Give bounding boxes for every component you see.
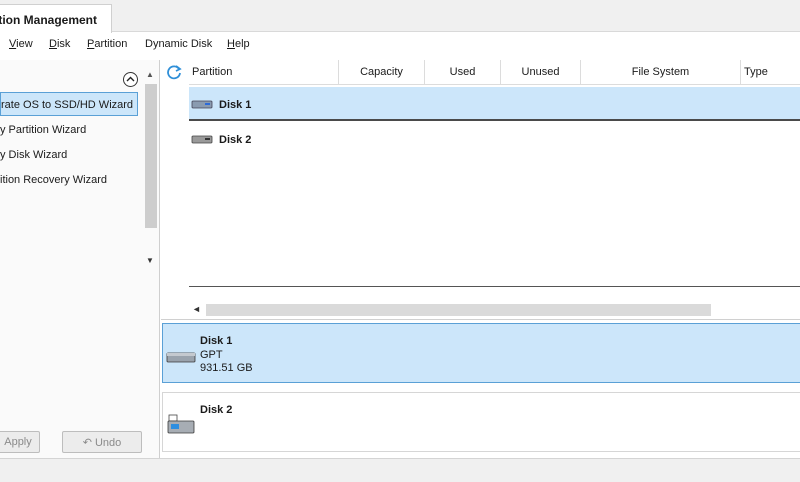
wizard-copy-partition[interactable]: y Partition Wizard	[0, 118, 138, 142]
disk-name: Disk 1	[200, 335, 233, 347]
table-hscrollbar[interactable]: ◄	[189, 303, 800, 317]
undo-button[interactable]: ↶ Undo	[62, 431, 142, 453]
menu-help[interactable]: Help	[227, 38, 250, 50]
menu-bar: View Disk Partition Dynamic Disk Help	[0, 33, 800, 57]
header-capacity[interactable]: Capacity	[339, 60, 425, 85]
row-disk-name: Disk 2	[219, 134, 252, 146]
wizard-migrate-os[interactable]: rate OS to SSD/HD Wizard	[0, 92, 138, 116]
tab-bar: tition Management	[0, 0, 800, 33]
disk-name: Disk 2	[200, 404, 233, 416]
wizard-copy-disk[interactable]: y Disk Wizard	[0, 143, 138, 167]
table-row[interactable]: Disk 2	[189, 122, 800, 156]
tab-title: tition Management	[0, 13, 98, 27]
wizard-scrollbar[interactable]: ▲ ▼	[143, 68, 157, 326]
wizard-label: y Disk Wizard	[0, 149, 68, 161]
table-row[interactable]: Disk 1	[189, 87, 800, 121]
tab-partition-management[interactable]: tition Management	[0, 4, 112, 33]
disk-scheme: GPT	[200, 349, 223, 361]
partition-table: Partition Capacity Used Unused File Syst…	[161, 60, 800, 320]
table-divider	[189, 286, 800, 287]
menu-disk[interactable]: Disk	[49, 38, 70, 50]
wizard-label: rate OS to SSD/HD Wizard	[1, 99, 134, 111]
refresh-icon[interactable]	[166, 64, 182, 80]
scrollbar-thumb[interactable]	[206, 304, 711, 316]
header-file-system[interactable]: File System	[581, 60, 741, 85]
menu-partition[interactable]: Partition	[87, 38, 127, 50]
chevron-up-icon[interactable]	[123, 72, 138, 87]
wizard-label: ition Recovery Wizard	[0, 174, 107, 186]
undo-arrow-icon: ↶	[82, 437, 95, 449]
pane-divider[interactable]	[161, 319, 800, 320]
disk-map-card-2[interactable]: Disk 2	[162, 392, 800, 452]
header-partition[interactable]: Partition	[189, 60, 339, 85]
disk-icon	[191, 135, 213, 144]
disk-map-card-1[interactable]: Disk 1 GPT 931.51 GB	[162, 323, 800, 383]
status-bar	[0, 458, 800, 482]
menu-view[interactable]: View	[9, 38, 33, 50]
scrollbar-thumb[interactable]	[145, 84, 157, 228]
wizard-partition-recovery[interactable]: ition Recovery Wizard	[0, 168, 138, 192]
menu-dynamic-disk[interactable]: Dynamic Disk	[145, 38, 212, 50]
header-unused[interactable]: Unused	[501, 60, 581, 85]
wizard-panel: rate OS to SSD/HD Wizard y Partition Wiz…	[0, 60, 160, 458]
hdd-icon	[166, 352, 196, 363]
row-disk-name: Disk 1	[219, 99, 252, 111]
wizard-label: y Partition Wizard	[0, 124, 87, 136]
usb-drive-icon	[167, 414, 195, 434]
header-used[interactable]: Used	[425, 60, 501, 85]
header-type[interactable]: Type	[741, 60, 800, 85]
apply-button[interactable]: Apply	[0, 431, 40, 453]
disk-size: 931.51 GB	[200, 362, 253, 374]
disk-icon	[191, 100, 213, 109]
scroll-left-icon[interactable]: ◄	[192, 304, 201, 314]
scroll-up-icon[interactable]: ▲	[146, 70, 154, 79]
scroll-down-icon[interactable]: ▼	[146, 256, 154, 265]
